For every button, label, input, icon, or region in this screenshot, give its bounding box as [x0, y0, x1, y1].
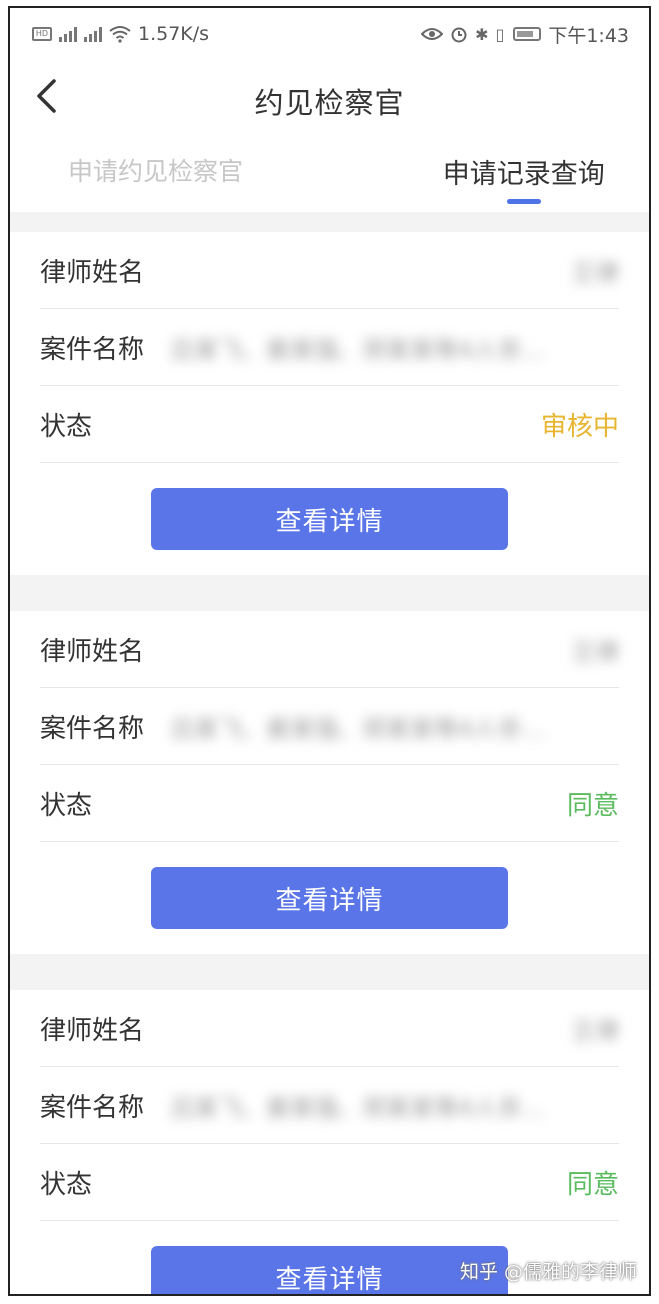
eye-icon — [421, 28, 444, 40]
section-gap — [10, 575, 649, 611]
tab-apply-meeting[interactable]: 申请约见检察官 — [10, 140, 359, 212]
status-row: 状态 同意 — [40, 765, 619, 842]
case-name-value: 吕某飞、姜某强、郑某某等4人非… — [170, 335, 546, 364]
section-gap — [10, 954, 649, 990]
case-name-label: 案件名称 — [40, 713, 145, 744]
record-card: 律师姓名 王律 案件名称 吕某飞、姜某强、郑某某等4人非… 状态 同意 查看详情 — [10, 611, 649, 954]
button-wrap: 查看详情 — [40, 463, 619, 575]
status-bar-left: HD 1.57K/s — [32, 23, 209, 45]
nav-bar: 约见检察官 — [10, 60, 649, 140]
tab-record-query[interactable]: 申请记录查询 — [359, 140, 650, 212]
page-title: 约见检察官 — [254, 86, 405, 120]
phone-screen: HD 1.57K/s ✱ ▯ 下午1:43 约见检察官 申请约见检察官 申请记录… — [8, 6, 651, 1296]
lawyer-name-label: 律师姓名 — [40, 257, 145, 288]
signal-icon — [59, 26, 77, 42]
lawyer-name-value: 王律 — [571, 1016, 619, 1045]
record-card: 律师姓名 王律 案件名称 吕某飞、姜某强、郑某某等4人非… 状态 审核中 查看详… — [10, 232, 649, 575]
signal-icon-2 — [84, 26, 102, 42]
status-badge: 同意 — [566, 1169, 619, 1200]
battery-icon — [513, 27, 542, 41]
status-row: 状态 审核中 — [40, 386, 619, 463]
hd-icon: HD — [32, 27, 52, 41]
lawyer-name-value: 王律 — [571, 637, 619, 666]
status-row: 状态 同意 — [40, 1144, 619, 1221]
view-details-button[interactable]: 查看详情 — [151, 1246, 508, 1294]
lawyer-name-row: 律师姓名 王律 — [40, 990, 619, 1067]
case-name-row: 案件名称 吕某飞、姜某强、郑某某等4人非… — [40, 688, 619, 765]
alarm-icon — [451, 27, 467, 43]
tab-label: 申请约见检察官 — [68, 157, 244, 186]
button-wrap: 查看详情 — [40, 842, 619, 954]
lawyer-name-row: 律师姓名 王律 — [40, 232, 619, 309]
view-details-button[interactable]: 查看详情 — [151, 867, 508, 929]
active-tab-indicator — [506, 199, 541, 204]
case-name-value: 吕某飞、姜某强、郑某某等4人非… — [170, 1093, 546, 1122]
watermark: 知乎 @儒雅的李律师 — [459, 1261, 637, 1283]
lawyer-name-label: 律师姓名 — [40, 1015, 145, 1046]
bluetooth-icon: ✱ — [475, 24, 489, 44]
network-speed: 1.57K/s — [138, 23, 210, 45]
status-label: 状态 — [40, 1169, 93, 1200]
status-label: 状态 — [40, 411, 93, 442]
tab-bar: 申请约见检察官 申请记录查询 — [10, 140, 649, 212]
case-name-row: 案件名称 吕某飞、姜某强、郑某某等4人非… — [40, 1067, 619, 1144]
status-badge: 审核中 — [540, 411, 619, 442]
case-name-label: 案件名称 — [40, 334, 145, 365]
lawyer-name-value: 王律 — [571, 258, 619, 287]
case-name-value: 吕某飞、姜某强、郑某某等4人非… — [170, 714, 546, 743]
clock: 下午1:43 — [548, 24, 629, 47]
case-name-row: 案件名称 吕某飞、姜某强、郑某某等4人非… — [40, 309, 619, 386]
status-badge: 同意 — [566, 790, 619, 821]
record-card: 律师姓名 王律 案件名称 吕某飞、姜某强、郑某某等4人非… 状态 同意 查看详情 — [10, 990, 649, 1294]
status-bar: HD 1.57K/s ✱ ▯ 下午1:43 — [10, 8, 649, 60]
status-bar-right: ✱ ▯ 下午1:43 — [421, 21, 629, 48]
vibrate-icon: ▯ — [495, 24, 505, 44]
tab-label: 申请记录查询 — [442, 159, 605, 190]
lawyer-name-row: 律师姓名 王律 — [40, 611, 619, 688]
status-label: 状态 — [40, 790, 93, 821]
view-details-button[interactable]: 查看详情 — [151, 488, 508, 550]
record-list: 律师姓名 王律 案件名称 吕某飞、姜某强、郑某某等4人非… 状态 审核中 查看详… — [10, 212, 649, 1294]
section-gap — [10, 212, 649, 232]
case-name-label: 案件名称 — [40, 1092, 145, 1123]
wifi-icon — [109, 26, 131, 43]
lawyer-name-label: 律师姓名 — [40, 636, 145, 667]
